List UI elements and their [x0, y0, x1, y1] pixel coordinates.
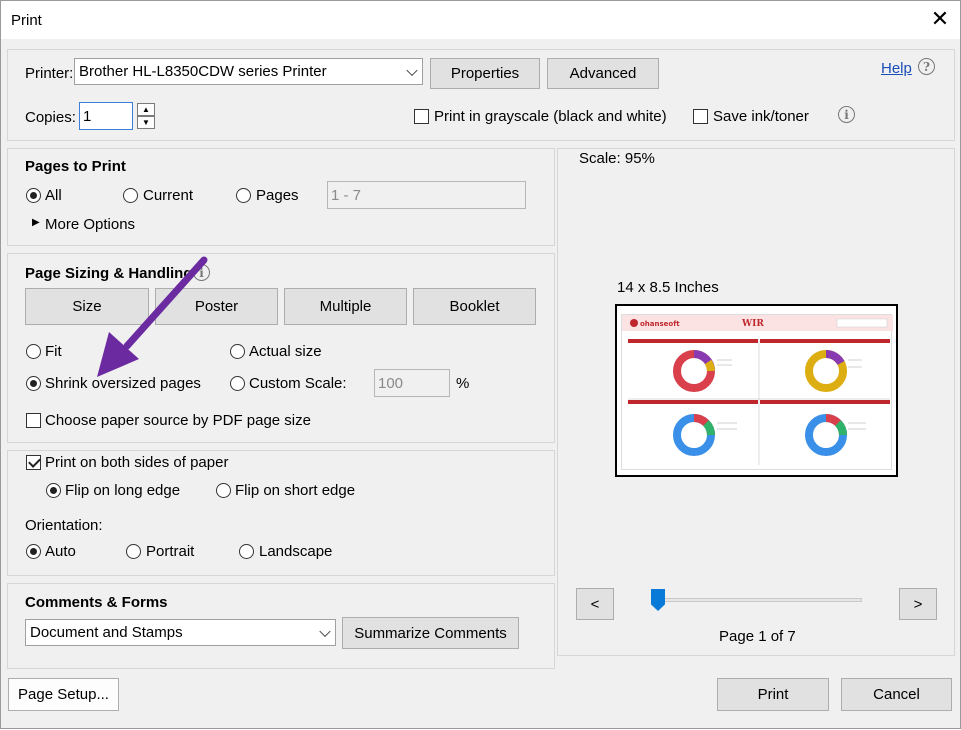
print-dialog: Print ✕ Printer: Brother HL-L8350CDW ser…: [0, 0, 961, 729]
annotation-arrow: [97, 256, 208, 377]
